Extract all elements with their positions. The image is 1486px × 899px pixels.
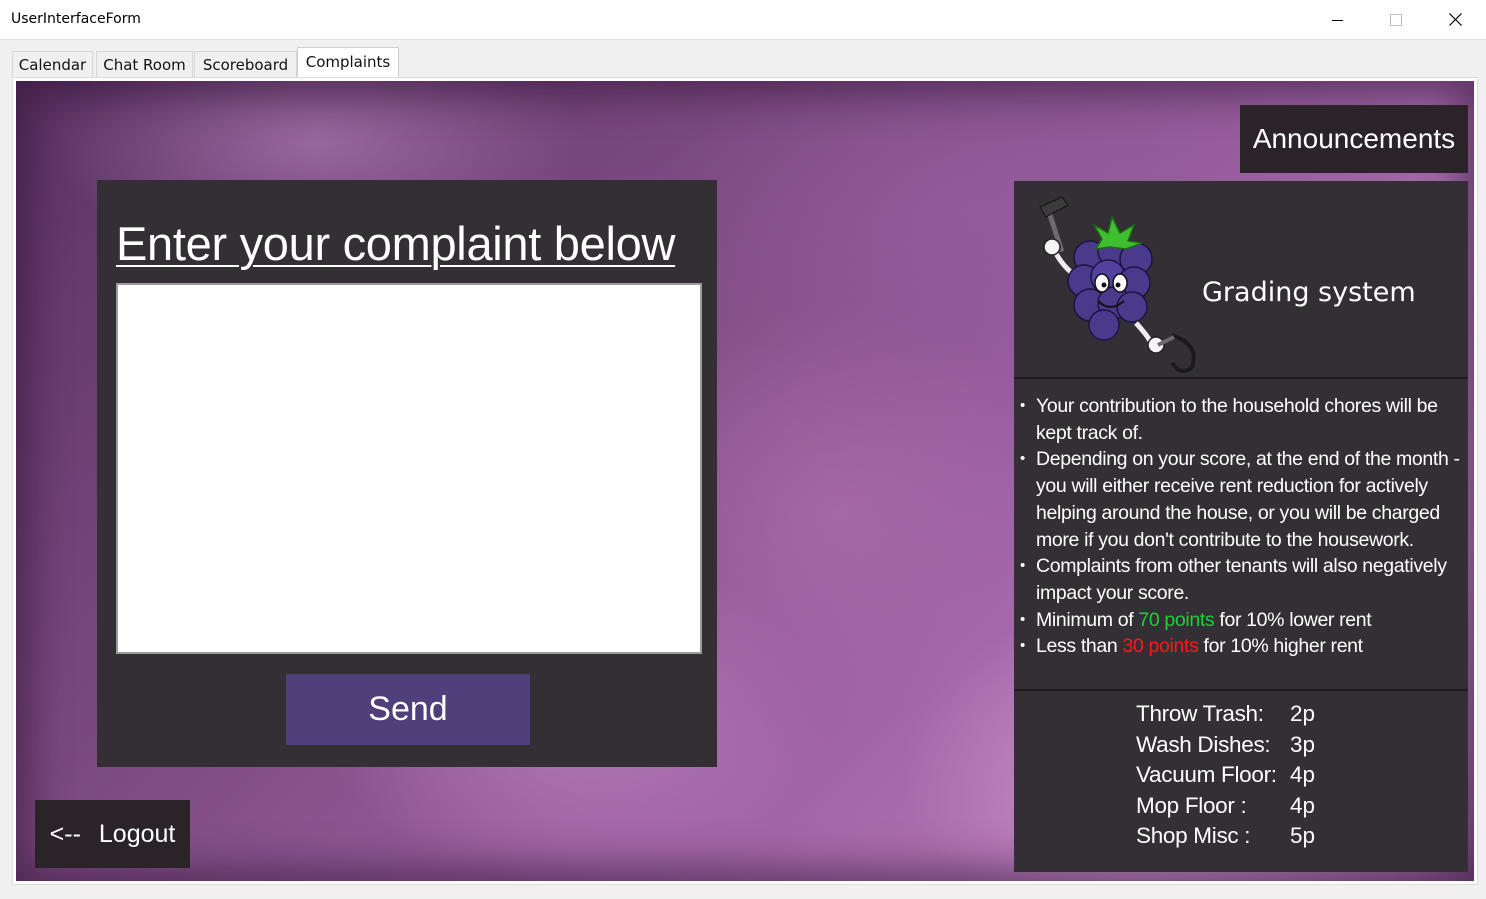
- chore-name: Mop Floor :: [1136, 792, 1247, 818]
- grading-header: Grading system: [1014, 181, 1468, 379]
- announcements-button[interactable]: Announcements: [1240, 105, 1468, 173]
- rule-text: Less than: [1036, 635, 1123, 658]
- tab-scoreboard[interactable]: Scoreboard: [194, 51, 297, 77]
- complaints-tab-page: Enter your complaint below Send <-- Logo…: [12, 77, 1478, 885]
- logout-button[interactable]: <-- Logout: [35, 800, 190, 868]
- chore-name: Wash Dishes:: [1136, 731, 1271, 757]
- chore-row: Mop Floor : 4p: [1136, 791, 1330, 822]
- rule-item-maximum: Less than 30 points for 10% higher rent: [1018, 633, 1468, 660]
- chore-points: 4p: [1290, 792, 1316, 818]
- chore-name: Shop Misc :: [1136, 823, 1251, 849]
- close-icon: [1448, 13, 1462, 26]
- complaint-panel: Enter your complaint below Send: [97, 180, 717, 767]
- maximize-icon: [1390, 13, 1402, 26]
- purple-background: Enter your complaint below Send <-- Logo…: [16, 81, 1474, 881]
- rule-item: Complaints from other tenants will also …: [1018, 553, 1468, 606]
- chore-name: Vacuum Floor:: [1136, 762, 1277, 788]
- rule-item-minimum: Minimum of 70 points for 10% lower rent: [1018, 607, 1468, 634]
- grading-rules: Your contribution to the household chore…: [1014, 379, 1468, 691]
- tab-complaints[interactable]: Complaints: [297, 47, 399, 78]
- minimize-icon: [1332, 19, 1343, 21]
- chore-row: Wash Dishes: 3p: [1136, 730, 1330, 761]
- sickle-icon: [1170, 333, 1196, 373]
- blackberry-mascot-icon: [1039, 196, 1196, 373]
- chore-points: 3p: [1290, 731, 1316, 757]
- complaint-heading: Enter your complaint below: [116, 217, 676, 270]
- rule-text: for 10% higher rent: [1198, 635, 1364, 658]
- points-highlight-green: 70 points: [1138, 608, 1215, 631]
- chore-points: 5p: [1290, 823, 1316, 849]
- send-button[interactable]: Send: [286, 674, 530, 745]
- chore-points-table: Throw Trash: 2p Wash Dishes: 3p Vacuum F…: [1136, 699, 1330, 852]
- rule-item: Depending on your score, at the end of t…: [1018, 446, 1468, 553]
- complaint-textbox[interactable]: [116, 283, 702, 654]
- back-arrow-icon: <--: [49, 819, 81, 848]
- rule-text: Minimum of: [1036, 608, 1139, 631]
- chore-row: Vacuum Floor: 4p: [1136, 760, 1330, 791]
- chore-name: Throw Trash:: [1136, 701, 1264, 727]
- chore-row: Shop Misc : 5p: [1136, 821, 1330, 852]
- points-highlight-red: 30 points: [1122, 635, 1199, 658]
- logout-label: Logout: [98, 819, 176, 848]
- grading-title: Grading system: [1202, 277, 1416, 308]
- window-title: UserInterfaceForm: [11, 11, 141, 27]
- chore-points: 2p: [1290, 701, 1316, 727]
- window-title-bar: UserInterfaceForm: [0, 0, 1486, 40]
- tab-calendar[interactable]: Calendar: [12, 51, 93, 77]
- rule-item: Your contribution to the household chore…: [1018, 393, 1468, 446]
- maximize-button[interactable]: [1367, 0, 1425, 39]
- close-button[interactable]: [1426, 0, 1484, 39]
- chore-row: Throw Trash: 2p: [1136, 699, 1330, 730]
- minimize-button[interactable]: [1309, 0, 1367, 39]
- rule-text: for 10% lower rent: [1214, 608, 1372, 631]
- grading-system-panel: Grading system Your contribution to the …: [1014, 181, 1468, 872]
- chore-points: 4p: [1290, 762, 1316, 788]
- tab-chat-room[interactable]: Chat Room: [96, 51, 193, 77]
